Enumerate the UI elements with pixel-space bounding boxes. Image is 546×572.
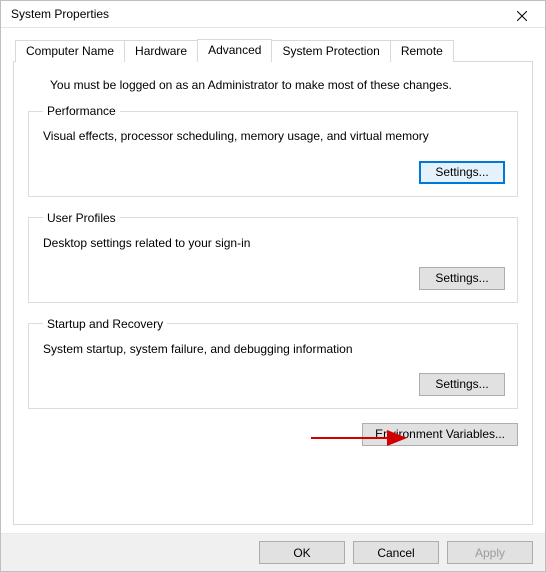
group-performance-legend: Performance bbox=[43, 104, 120, 118]
group-user-profiles-legend: User Profiles bbox=[43, 211, 120, 225]
tab-remote[interactable]: Remote bbox=[390, 40, 454, 62]
intro-text: You must be logged on as an Administrato… bbox=[50, 78, 518, 92]
tabstrip: Computer Name Hardware Advanced System P… bbox=[15, 38, 533, 61]
group-startup-recovery-legend: Startup and Recovery bbox=[43, 317, 167, 331]
performance-settings-button[interactable]: Settings... bbox=[419, 161, 505, 184]
group-performance: Performance Visual effects, processor sc… bbox=[28, 104, 518, 196]
tab-system-protection[interactable]: System Protection bbox=[271, 40, 390, 62]
cancel-button[interactable]: Cancel bbox=[353, 541, 439, 564]
close-icon bbox=[517, 11, 527, 21]
content-area: Computer Name Hardware Advanced System P… bbox=[1, 28, 545, 533]
startup-recovery-settings-button[interactable]: Settings... bbox=[419, 373, 505, 396]
group-user-profiles: User Profiles Desktop settings related t… bbox=[28, 211, 518, 303]
apply-button[interactable]: Apply bbox=[447, 541, 533, 564]
group-user-profiles-desc: Desktop settings related to your sign-in bbox=[43, 235, 505, 251]
tab-advanced[interactable]: Advanced bbox=[197, 39, 272, 62]
group-startup-recovery: Startup and Recovery System startup, sys… bbox=[28, 317, 518, 409]
ok-button[interactable]: OK bbox=[259, 541, 345, 564]
tabpanel-advanced: You must be logged on as an Administrato… bbox=[13, 61, 533, 525]
titlebar: System Properties bbox=[1, 1, 545, 28]
tab-hardware[interactable]: Hardware bbox=[124, 40, 198, 62]
dialog-footer: OK Cancel Apply bbox=[1, 533, 545, 571]
window-title: System Properties bbox=[11, 7, 109, 21]
group-startup-recovery-desc: System startup, system failure, and debu… bbox=[43, 341, 505, 357]
environment-variables-button[interactable]: Environment Variables... bbox=[362, 423, 518, 446]
user-profiles-settings-button[interactable]: Settings... bbox=[419, 267, 505, 290]
tab-computer-name[interactable]: Computer Name bbox=[15, 40, 125, 62]
system-properties-window: System Properties Computer Name Hardware… bbox=[0, 0, 546, 572]
group-performance-desc: Visual effects, processor scheduling, me… bbox=[43, 128, 505, 144]
close-button[interactable] bbox=[499, 1, 545, 31]
